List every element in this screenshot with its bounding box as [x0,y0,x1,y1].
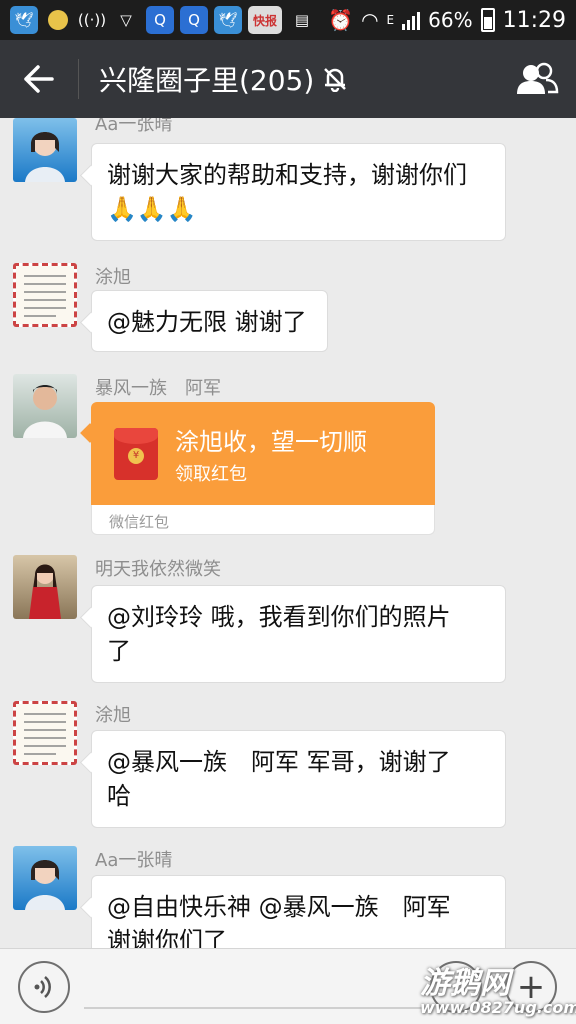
network-type: E [386,13,395,27]
bird-app-icon: 🕊 [214,6,242,34]
chat-header: 兴隆圈子里(205) [0,40,576,118]
red-packet-body: ¥ 涂旭收，望一切顺 领取红包 [91,402,435,505]
dot-icon [44,6,72,34]
message-bubble[interactable]: @暴风一族 阿军 军哥，谢谢了 哈 [91,730,506,828]
sender-name: Aa一张晴 [95,850,173,871]
message-text: 了 [107,637,131,665]
red-envelope-icon: ¥ [114,428,158,480]
avatar[interactable] [13,555,77,619]
bell-mute-icon [324,68,347,92]
search-icon: Q [146,6,174,34]
back-button[interactable] [0,40,78,118]
bird-app-icon: 🕊 [10,6,38,34]
woman-avatar-blue [25,860,65,910]
message-bubble[interactable]: 谢谢大家的帮助和支持，谢谢你们 🙏🙏🙏 [91,143,506,241]
sender-name: Aa一张晴 [95,118,173,135]
message-text: 🙏🙏🙏 [107,195,197,223]
group-members-button[interactable] [498,40,576,118]
notification-icons: 🕊 ((·)) ▽ Q Q 🕊 快报 ▤ [10,6,316,34]
message-text: 谢谢大家的帮助和支持，谢谢你们 [107,161,467,189]
sender-name: 涂旭 [95,267,131,288]
header-divider [78,59,79,99]
chat-title: 兴隆圈子里(205) [99,64,315,97]
group-members-icon [517,62,559,94]
message-bubble[interactable]: @魅力无限 谢谢了 [91,290,328,352]
back-arrow-icon [24,65,54,93]
woman-avatar-blue [25,132,65,182]
avatar[interactable] [13,263,77,327]
message-text: 哈 [107,782,131,810]
red-packet-subtitle: 领取红包 [175,464,247,485]
man-avatar [23,385,67,438]
message-text: @暴风一族 阿军 军哥，谢谢了 [107,748,451,776]
watermark-text: 游鹅网 [420,966,510,1001]
letter-avatar [16,704,74,762]
avatar[interactable] [13,846,77,910]
sender-name: 暴风一族 阿军 [95,378,221,399]
watermark: 游鹅网 www.0827ug.com [420,958,576,1017]
avatar[interactable] [13,374,77,438]
message-input[interactable] [84,1007,426,1009]
message-text: @自由快乐神 @暴风一族 阿军 [107,893,451,921]
status-bar: 🕊 ((·)) ▽ Q Q 🕊 快报 ▤ ⏰ ◠ E 66% 11:29 [0,0,576,40]
red-packet-footer: 微信红包 [91,505,435,535]
watermark-url: www.0827ug.com [420,998,576,1017]
red-packet-title: 涂旭收，望一切顺 [175,428,367,456]
message-bubble[interactable]: @刘玲玲 哦，我看到你们的照片 了 [91,585,506,683]
avatar[interactable] [13,701,77,765]
news-icon: 快报 [248,6,282,34]
alarm-icon: ⏰ [328,8,354,32]
radio-icon: ((·)) [77,11,107,29]
voice-button[interactable] [18,961,70,1013]
message-text: @刘玲玲 哦，我看到你们的照片 [107,603,451,631]
letter-avatar [16,266,74,324]
sender-name: 明天我依然微笑 [95,559,221,580]
message-text: 谢谢你们了 [107,927,227,948]
battery-percent: 66% [428,8,473,32]
avatar[interactable] [13,118,77,182]
shield-icon: ▽ [120,11,132,29]
clock: 11:29 [502,7,566,33]
chat-title-group: 兴隆圈子里(205) [99,59,348,99]
message-list[interactable]: Aa一张晴 谢谢大家的帮助和支持，谢谢你们 🙏🙏🙏 涂旭 @魅力无限 谢谢了 暴… [0,118,576,948]
sender-name: 涂旭 [95,705,131,726]
system-status: ⏰ ◠ E 66% 11:29 [328,8,566,33]
message-bubble[interactable]: @自由快乐神 @暴风一族 阿军 谢谢你们了 [91,875,506,948]
voice-icon [34,976,51,998]
battery-icon [480,8,495,32]
message-icon: ▤ [294,11,310,29]
message-text: @魅力无限 谢谢了 [107,308,307,336]
search-icon: Q [180,6,208,34]
signal-icon [402,10,421,30]
wifi-icon: ◠ [361,8,379,32]
red-packet-card[interactable]: ¥ 涂旭收，望一切顺 领取红包 微信红包 [91,402,435,535]
woman-avatar-red [29,564,61,619]
